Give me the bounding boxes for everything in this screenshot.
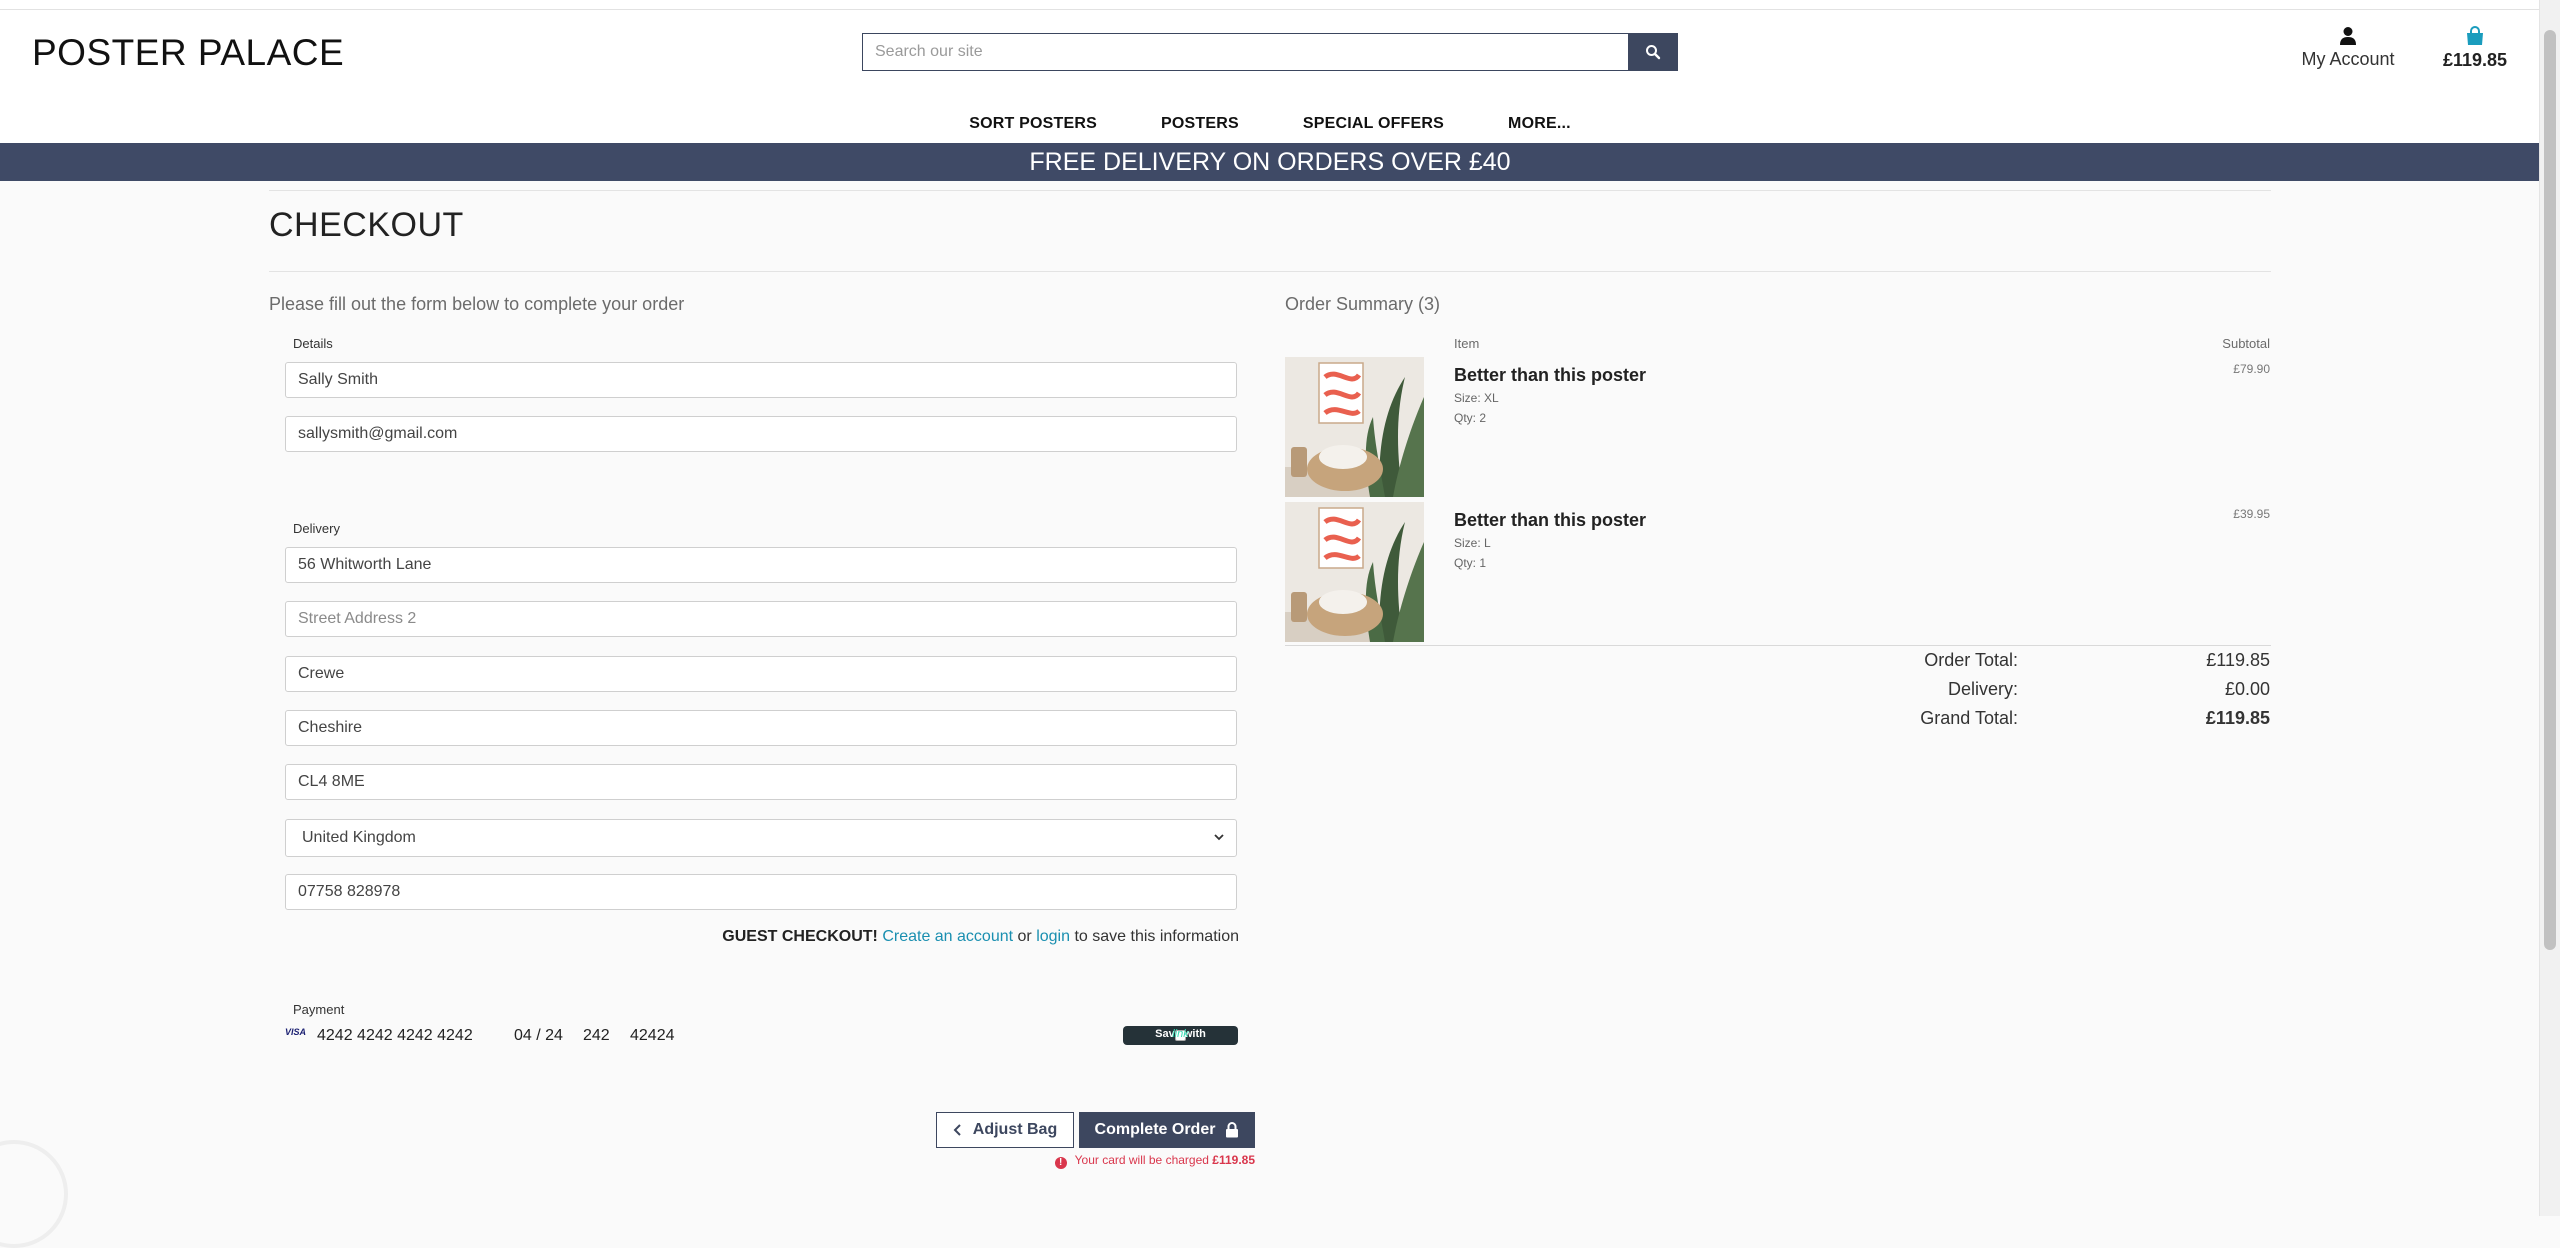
grand-total-value: £119.85	[2205, 708, 2270, 728]
nav-more[interactable]: MORE...	[1476, 107, 1603, 147]
complete-order-button[interactable]: Complete Order	[1079, 1112, 1255, 1148]
county-field[interactable]	[285, 710, 1237, 746]
nav-special-offers[interactable]: SPECIAL OFFERS	[1271, 107, 1476, 147]
browser-top-line	[0, 0, 2540, 10]
country-select[interactable]: United Kingdom	[285, 819, 1237, 857]
item-name: Better than this poster	[1454, 510, 1647, 530]
search-button[interactable]	[1628, 33, 1678, 71]
page-scrollbar[interactable]	[2539, 0, 2560, 1216]
nav-sort-posters[interactable]: SORT POSTERS	[937, 107, 1129, 147]
delivery-value: £0.00	[2224, 679, 2270, 699]
charge-text: Your card will be charged	[1074, 1153, 1209, 1167]
bag-total: £119.85	[2442, 50, 2508, 70]
item-subtotal: £79.90	[2233, 362, 2270, 376]
create-account-link[interactable]: Create an account	[882, 928, 1013, 945]
link-logo: link	[1172, 1028, 1189, 1040]
checkout-intro: Please fill out the form below to comple…	[269, 294, 685, 314]
order-total-value: £119.85	[2206, 650, 2270, 670]
logo-light: PALACE	[197, 32, 345, 73]
login-link[interactable]: login	[1036, 928, 1070, 945]
poster-image	[1285, 502, 1424, 642]
item-subtotal: £39.95	[2233, 507, 2270, 521]
item-name: Better than this poster	[1454, 365, 1647, 385]
payment-label: Payment	[293, 1002, 345, 1017]
card-postcode[interactable]: 42424	[630, 1027, 675, 1045]
card-element[interactable]: VISA 4242 4242 4242 4242 04 / 24 242 424…	[285, 1025, 1240, 1049]
details-label: Details	[293, 336, 333, 351]
page-title: CHECKOUT	[269, 206, 464, 244]
save-with-link-button[interactable]: Save with link	[1123, 1026, 1238, 1045]
item-column-header: Item	[1454, 336, 1480, 351]
charge-notice: ! Your card will be charged £119.85	[1035, 1153, 1255, 1169]
site-logo[interactable]: POSTER PALACE	[32, 32, 344, 74]
card-expiry[interactable]: 04 / 24	[514, 1027, 563, 1045]
shopping-bag-link[interactable]: £119.85	[2430, 26, 2520, 71]
guest-checkout-label: GUEST CHECKOUT!	[722, 928, 878, 945]
item-qty: Qty: 1	[1454, 556, 1487, 570]
chevron-down-icon	[1214, 834, 1224, 841]
order-item: Better than this poster Size: XL Qty: 2 …	[1285, 357, 2270, 497]
delivery-banner: FREE DELIVERY ON ORDERS OVER £40	[0, 143, 2540, 181]
order-total-label: Order Total:	[1924, 650, 2018, 670]
item-size: Size: XL	[1454, 391, 1499, 405]
street-address-2-field[interactable]	[285, 601, 1237, 637]
guest-save-text: to save this information	[1074, 928, 1239, 945]
phone-field[interactable]	[285, 874, 1237, 910]
postcode-field[interactable]	[285, 764, 1237, 800]
order-item: Better than this poster Size: L Qty: 1 £…	[1285, 502, 2270, 642]
adjust-bag-button[interactable]: Adjust Bag	[936, 1112, 1074, 1148]
order-summary-title: Order Summary (3)	[1285, 294, 1441, 314]
title-divider-bottom	[269, 271, 2271, 272]
full-name-field[interactable]	[285, 362, 1237, 398]
card-cvc[interactable]: 242	[583, 1027, 610, 1045]
charge-amount: £119.85	[1212, 1153, 1255, 1167]
logo-bold: POSTER	[32, 32, 188, 73]
visa-icon: VISA	[285, 1027, 307, 1037]
search-form	[862, 33, 1678, 71]
poster-image	[1285, 357, 1424, 497]
search-icon	[1646, 45, 1661, 60]
card-number[interactable]: 4242 4242 4242 4242	[317, 1027, 473, 1045]
nav-posters[interactable]: POSTERS	[1129, 107, 1271, 147]
subtotal-column-header: Subtotal	[2222, 336, 2270, 351]
chevron-left-icon	[953, 1124, 961, 1136]
delivery-label: Delivery	[293, 521, 340, 536]
main-nav: SORT POSTERS POSTERS SPECIAL OFFERS MORE…	[0, 107, 2540, 147]
summary-divider	[1285, 645, 2271, 646]
search-input[interactable]	[862, 33, 1639, 71]
guest-checkout-note: GUEST CHECKOUT! Create an account or log…	[700, 928, 1239, 946]
adjust-bag-label: Adjust Bag	[972, 1121, 1058, 1138]
guest-or-text: or	[1017, 928, 1032, 945]
grand-total-label: Grand Total:	[1920, 708, 2018, 728]
lock-icon	[1226, 1122, 1239, 1138]
complete-order-label: Complete Order	[1094, 1121, 1216, 1138]
item-size: Size: L	[1454, 536, 1491, 550]
order-totals: Order Total: £119.85 Delivery: £0.00 Gra…	[1800, 650, 2270, 730]
shopping-bag-icon	[2467, 26, 2483, 45]
user-icon	[2340, 27, 2356, 45]
street-address-1-field[interactable]	[285, 547, 1237, 583]
item-qty: Qty: 2	[1454, 411, 1487, 425]
town-field[interactable]	[285, 656, 1237, 692]
email-field[interactable]	[285, 416, 1237, 452]
poster-thumbnail[interactable]	[1285, 502, 1424, 642]
loading-overlay-ring	[0, 1140, 68, 1248]
poster-thumbnail[interactable]	[1285, 357, 1424, 497]
my-account-label: My Account	[2301, 49, 2395, 69]
title-divider-top	[269, 190, 2271, 191]
delivery-label: Delivery:	[1947, 679, 2018, 699]
my-account-link[interactable]: My Account	[2290, 26, 2406, 70]
site-header: POSTER PALACE My Account £119.85	[0, 10, 2540, 143]
scrollbar-thumb[interactable]	[2544, 30, 2556, 950]
country-selected: United Kingdom	[302, 829, 416, 846]
exclamation-icon: !	[1054, 1157, 1067, 1169]
